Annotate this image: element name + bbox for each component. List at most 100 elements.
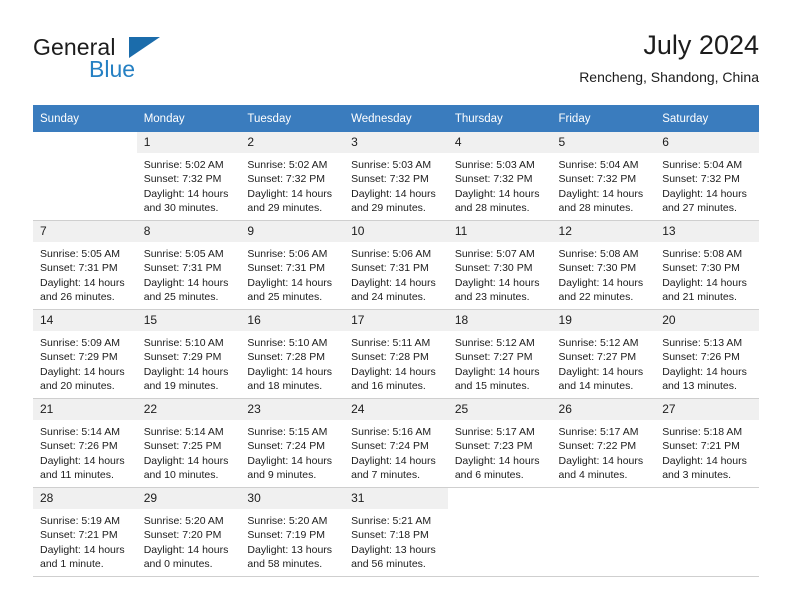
sunset-text: Sunset: 7:29 PM: [143, 351, 222, 364]
sunrise-text: Sunrise: 5:04 AM: [558, 159, 639, 171]
day-number: 6: [655, 132, 759, 153]
calendar-day-cell[interactable]: 12 Sunrise: 5:08 AM Sunset: 7:30 PM Dayligh…: [551, 220, 656, 310]
day-number-bar: 19: [551, 310, 656, 331]
sunrise-text: Sunrise: 5:12 AM: [454, 337, 535, 349]
calendar-day-cell[interactable]: 16 Sunrise: 5:10 AM Sunset: 7:28 PM Dayligh…: [240, 309, 345, 399]
calendar-day-cell[interactable]: 14 Sunrise: 5:09 AM Sunset: 7:29 PM Dayligh…: [33, 309, 137, 399]
sunset-text: Sunset: 7:28 PM: [351, 351, 429, 364]
calendar-day-cell[interactable]: 23 Sunrise: 5:15 AM Sunset: 7:24 PM Dayligh…: [240, 398, 345, 488]
sunrise-text: Sunrise: 5:13 AM: [662, 337, 743, 349]
calendar-day-cell[interactable]: 9 Sunrise: 5:06 AM Sunset: 7:31 PM Daylight…: [240, 220, 345, 310]
calendar-day-cell[interactable]: 19 Sunrise: 5:12 AM Sunset: 7:27 PM Dayligh…: [551, 309, 656, 399]
weekday-header-monday: Monday: [136, 105, 241, 132]
day-details: Sunrise: 5:06 AM Sunset: 7:31 PM Daylight:…: [240, 242, 344, 305]
day-number-bar: 6: [655, 132, 759, 153]
daylight-text: Daylight: 14 hours: [662, 276, 747, 289]
day-number-bar: 4: [447, 132, 552, 153]
calendar-week-row: 21 Sunrise: 5:14 AM Sunset: 7:26 PM Dayligh…: [33, 398, 759, 488]
calendar-day-cell[interactable]: 15 Sunrise: 5:10 AM Sunset: 7:29 PM Dayligh…: [136, 309, 241, 399]
sunrise-text: Sunrise: 5:08 AM: [662, 248, 743, 260]
page-subtitle: Rencheng, Shandong, China: [579, 69, 759, 85]
daylight-text: Daylight: 14 hours: [40, 454, 125, 467]
daylight-text: and 30 minutes.: [143, 202, 219, 215]
day-number-bar: 16: [240, 310, 345, 331]
day-number-bar: 3: [344, 132, 448, 153]
calendar-day-cell[interactable]: 2 Sunrise: 5:02 AM Sunset: 7:32 PM Daylight…: [240, 132, 345, 221]
day-number: 3: [344, 132, 448, 153]
weekday-header-thursday: Thursday: [447, 105, 552, 132]
calendar-day-cell[interactable]: 21 Sunrise: 5:14 AM Sunset: 7:26 PM Dayligh…: [33, 398, 137, 488]
calendar-cell-empty: [447, 487, 552, 577]
sunrise-text: Sunrise: 5:19 AM: [40, 515, 120, 527]
daylight-text: Daylight: 14 hours: [143, 365, 229, 378]
sunrise-text: Sunrise: 5:17 AM: [454, 426, 535, 438]
day-number: 14: [33, 310, 137, 331]
calendar-day-cell[interactable]: 10 Sunrise: 5:06 AM Sunset: 7:31 PM Dayligh…: [344, 220, 448, 310]
sunrise-text: Sunrise: 5:06 AM: [351, 248, 432, 260]
calendar-day-cell[interactable]: 27 Sunrise: 5:18 AM Sunset: 7:21 PM Dayligh…: [655, 398, 759, 488]
calendar-day-cell[interactable]: 20 Sunrise: 5:13 AM Sunset: 7:26 PM Dayligh…: [655, 309, 759, 399]
calendar-day-cell[interactable]: 8 Sunrise: 5:05 AM Sunset: 7:31 PM Daylight…: [136, 220, 241, 310]
calendar-day-cell[interactable]: 26 Sunrise: 5:17 AM Sunset: 7:22 PM Dayligh…: [551, 398, 656, 488]
calendar-week-row: 28 Sunrise: 5:19 AM Sunset: 7:21 PM Dayligh…: [33, 487, 759, 577]
sunrise-text: Sunrise: 5:11 AM: [351, 337, 431, 349]
day-number-bar: 29: [136, 488, 241, 509]
calendar-day-cell[interactable]: 13 Sunrise: 5:08 AM Sunset: 7:30 PM Dayligh…: [655, 220, 759, 310]
weekday-header-row: Sunday Monday Tuesday Wednesday Thursday…: [33, 105, 759, 132]
daylight-text: and 27 minutes.: [662, 202, 737, 215]
calendar-day-cell[interactable]: 29 Sunrise: 5:20 AM Sunset: 7:20 PM Dayligh…: [136, 487, 241, 577]
sunset-text: Sunset: 7:31 PM: [40, 262, 118, 275]
sunset-text: Sunset: 7:26 PM: [40, 440, 118, 453]
day-number: 5: [551, 132, 656, 153]
calendar-day-cell[interactable]: 18 Sunrise: 5:12 AM Sunset: 7:27 PM Dayligh…: [447, 309, 552, 399]
calendar-day-cell[interactable]: 7 Sunrise: 5:05 AM Sunset: 7:31 PM Daylight…: [33, 220, 137, 310]
day-details: Sunrise: 5:13 AM Sunset: 7:26 PM Daylight:…: [655, 331, 759, 394]
calendar-day-cell[interactable]: 30 Sunrise: 5:20 AM Sunset: 7:19 PM Dayligh…: [240, 487, 345, 577]
weekday-header-friday: Friday: [551, 105, 656, 132]
day-number-bar: 30: [240, 488, 345, 509]
calendar-day-cell[interactable]: 6 Sunrise: 5:04 AM Sunset: 7:32 PM Daylight…: [655, 132, 759, 221]
day-number-bar: 10: [344, 221, 448, 242]
day-details: Sunrise: 5:06 AM Sunset: 7:31 PM Daylight:…: [344, 242, 448, 305]
logo[interactable]: General Blue: [33, 34, 243, 90]
sunrise-text: Sunrise: 5:14 AM: [40, 426, 120, 438]
sunrise-text: Sunrise: 5:15 AM: [247, 426, 328, 438]
calendar-day-cell[interactable]: 5 Sunrise: 5:04 AM Sunset: 7:32 PM Daylight…: [551, 132, 656, 221]
calendar-day-cell[interactable]: 24 Sunrise: 5:16 AM Sunset: 7:24 PM Dayligh…: [344, 398, 448, 488]
calendar-day-cell[interactable]: 4 Sunrise: 5:03 AM Sunset: 7:32 PM Daylight…: [447, 132, 552, 221]
calendar-day-cell[interactable]: 3 Sunrise: 5:03 AM Sunset: 7:32 PM Daylight…: [344, 132, 448, 221]
daylight-text: and 9 minutes.: [247, 469, 317, 482]
page-header: General Blue July 2024 Rencheng, Shandon…: [33, 28, 759, 96]
daylight-text: and 7 minutes.: [351, 469, 420, 482]
daylight-text: and 20 minutes.: [40, 380, 115, 393]
calendar-day-cell[interactable]: 31 Sunrise: 5:21 AM Sunset: 7:18 PM Dayligh…: [344, 487, 448, 577]
sunset-text: Sunset: 7:19 PM: [247, 529, 326, 542]
day-details: Sunrise: 5:02 AM Sunset: 7:32 PM Daylight:…: [240, 153, 344, 216]
day-number-bar: 18: [447, 310, 552, 331]
day-number-bar: 13: [655, 221, 759, 242]
sunrise-text: Sunrise: 5:12 AM: [558, 337, 639, 349]
daylight-text: and 23 minutes.: [454, 291, 530, 304]
day-number: 16: [240, 310, 345, 331]
day-number: 8: [136, 221, 241, 242]
daylight-text: and 25 minutes.: [143, 291, 219, 304]
weekday-header-saturday: Saturday: [655, 105, 759, 132]
calendar-day-cell[interactable]: 11 Sunrise: 5:07 AM Sunset: 7:30 PM Dayligh…: [447, 220, 552, 310]
calendar-day-cell[interactable]: 17 Sunrise: 5:11 AM Sunset: 7:28 PM Dayligh…: [344, 309, 448, 399]
day-details: Sunrise: 5:11 AM Sunset: 7:28 PM Daylight:…: [344, 331, 448, 394]
calendar-day-cell[interactable]: 1 Sunrise: 5:02 AM Sunset: 7:32 PM Daylight…: [136, 132, 241, 221]
calendar-cell-empty: [551, 487, 656, 577]
calendar-day-cell[interactable]: 25 Sunrise: 5:17 AM Sunset: 7:23 PM Dayligh…: [447, 398, 552, 488]
day-details: Sunrise: 5:14 AM Sunset: 7:25 PM Daylight:…: [137, 420, 241, 483]
day-number-bar: 5: [551, 132, 656, 153]
daylight-text: and 19 minutes.: [143, 380, 219, 393]
day-details: Sunrise: 5:03 AM Sunset: 7:32 PM Daylight:…: [344, 153, 448, 216]
day-details: Sunrise: 5:08 AM Sunset: 7:30 PM Daylight:…: [655, 242, 759, 305]
day-number: 20: [655, 310, 759, 331]
day-number-bar: 14: [33, 310, 137, 331]
day-number-bar: 17: [344, 310, 448, 331]
calendar-day-cell[interactable]: 22 Sunrise: 5:14 AM Sunset: 7:25 PM Dayligh…: [136, 398, 241, 488]
daylight-text: Daylight: 14 hours: [143, 276, 229, 289]
sunrise-text: Sunrise: 5:03 AM: [351, 159, 432, 171]
calendar-day-cell[interactable]: 28 Sunrise: 5:19 AM Sunset: 7:21 PM Dayligh…: [33, 487, 137, 577]
